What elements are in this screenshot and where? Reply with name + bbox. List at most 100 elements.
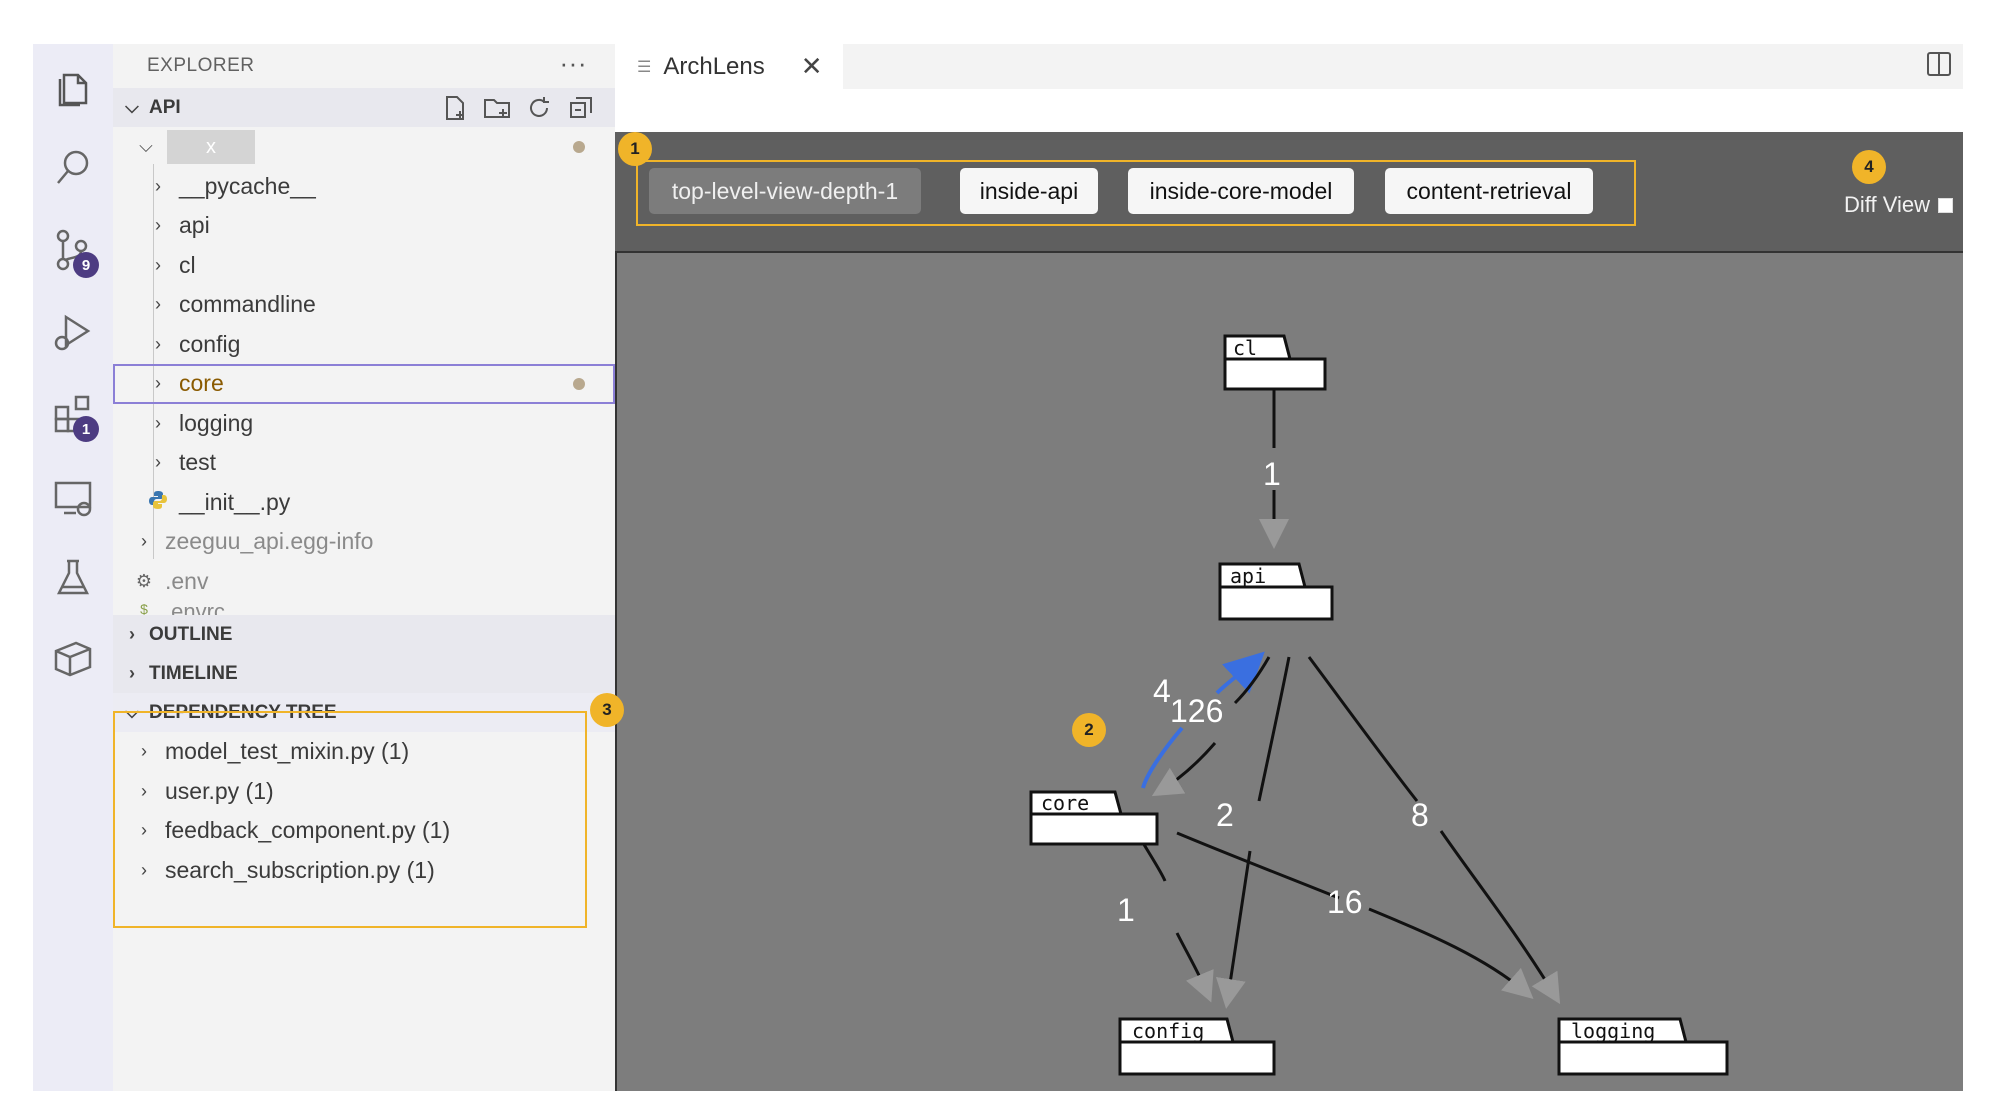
view-button-content-retrieval[interactable]: content-retrieval (1385, 168, 1593, 214)
outline-section-header[interactable]: › OUTLINE (113, 615, 615, 654)
gear-icon: ⚙ (135, 570, 153, 591)
tree-item-api[interactable]: › api (113, 206, 615, 246)
python-icon (147, 490, 169, 515)
edge-label: 1 (1263, 456, 1281, 492)
edge-label: 8 (1411, 797, 1429, 833)
chevron-right-icon: › (155, 452, 161, 473)
view-selector-panel: 1 top-level-view-depth-1 inside-api insi… (615, 132, 1963, 251)
timeline-label: TIMELINE (149, 662, 238, 684)
tree-item-label: __init__.py (179, 488, 291, 515)
api-section-label: API (149, 96, 181, 118)
tab-archlens[interactable]: ☰ ArchLens ✕ (615, 44, 843, 89)
callout-2: 2 (1072, 713, 1106, 747)
tree-item-commandline[interactable]: › commandline (113, 285, 615, 325)
new-folder-icon[interactable] (483, 94, 511, 122)
package-node-cl[interactable]: cl (1223, 334, 1327, 391)
file-icon: $ (140, 601, 148, 615)
tree-item-label: __pycache__ (179, 172, 316, 199)
tree-item-label: api (179, 212, 210, 239)
extensions-icon[interactable]: 1 (43, 384, 103, 444)
edge-api-config (1215, 850, 1252, 1009)
view-button-top-level[interactable]: top-level-view-depth-1 (649, 168, 921, 214)
tree-item-core[interactable]: › core (113, 364, 615, 404)
tree-item-label: .env (165, 567, 209, 594)
callout-3: 3 (590, 693, 624, 727)
tree-item-envrc[interactable]: $ .envrc (113, 601, 615, 615)
run-debug-icon[interactable] (43, 302, 103, 362)
outline-label: OUTLINE (149, 623, 233, 645)
chevron-right-icon: › (155, 294, 161, 315)
package-label: api (1230, 564, 1266, 588)
remote-explorer-icon[interactable] (43, 468, 103, 528)
modified-dot (573, 378, 585, 390)
callout-1: 1 (618, 132, 652, 166)
api-section-header[interactable]: ⌵ API (113, 88, 615, 127)
scm-badge: 9 (73, 252, 99, 278)
section-actions (441, 94, 595, 122)
explorer-title: EXPLORER (147, 55, 255, 76)
tree-item-cl[interactable]: › cl (113, 246, 615, 286)
edge-api-logging (1307, 656, 1419, 802)
explorer-sidebar: EXPLORER ··· ⌵ API ⌵ x › __pycache__ › a (113, 44, 624, 1091)
split-editor-icon[interactable] (1925, 50, 1953, 83)
archlens-icon[interactable] (43, 628, 103, 688)
testing-icon[interactable] (43, 548, 103, 608)
tree-item-label: .envrc (165, 601, 225, 615)
package-node-api[interactable]: api (1218, 562, 1334, 621)
view-button-inside-core-model[interactable]: inside-core-model (1128, 168, 1354, 214)
tab-title: ArchLens (663, 52, 765, 80)
files-icon[interactable] (43, 58, 103, 118)
chevron-right-icon: › (155, 175, 161, 196)
tree-item-label: logging (179, 409, 254, 436)
tree-item-env[interactable]: ⚙ .env (113, 562, 615, 602)
tree-item-label: commandline (179, 291, 316, 318)
package-node-logging[interactable]: logging (1557, 1017, 1729, 1076)
tree-item-pycache[interactable]: › __pycache__ (113, 167, 615, 207)
chevron-right-icon: › (141, 531, 147, 552)
edge-core-logging (1176, 831, 1340, 900)
tree-item-logging[interactable]: › logging (113, 404, 615, 444)
more-actions-icon[interactable]: ··· (560, 48, 587, 79)
edge-label: 16 (1327, 884, 1363, 920)
collapse-all-icon[interactable] (567, 94, 595, 122)
package-node-core[interactable]: core (1029, 790, 1159, 846)
close-icon[interactable]: ✕ (801, 51, 823, 82)
dependency-tree-highlight (113, 711, 587, 928)
root-folder-label: x (167, 129, 255, 164)
preview-icon: ☰ (637, 58, 652, 76)
edge-label-highlight: 4 (1153, 673, 1171, 709)
chevron-down-icon: ⌵ (125, 97, 139, 117)
tree-item-config[interactable]: › config (113, 325, 615, 365)
tree-item-label: cl (179, 251, 196, 278)
tree-item-label: test (179, 449, 217, 476)
tree-root-folder[interactable]: ⌵ x (113, 127, 615, 167)
search-icon[interactable] (43, 138, 103, 198)
view-button-inside-api[interactable]: inside-api (960, 168, 1098, 214)
chevron-right-icon: › (155, 215, 161, 236)
chevron-right-icon: › (155, 412, 161, 433)
extensions-badge: 1 (73, 416, 99, 442)
chevron-right-icon: › (155, 373, 161, 394)
source-control-icon[interactable]: 9 (43, 220, 103, 280)
edge-label: 1 (1117, 892, 1135, 928)
package-label: core (1041, 791, 1089, 815)
tree-item-egg-info[interactable]: › zeeguu_api.egg-info (113, 522, 615, 562)
callout-4: 4 (1852, 150, 1886, 184)
diff-view-checkbox[interactable] (1938, 197, 1953, 213)
package-label: config (1132, 1019, 1204, 1043)
package-node-config[interactable]: config (1118, 1017, 1276, 1076)
edge-core-api-highlight (1215, 651, 1265, 695)
activity-bar: 9 1 (33, 44, 113, 1091)
tree-item-label: config (179, 330, 241, 357)
chevron-right-icon: › (155, 254, 161, 275)
chevron-down-icon: ⌵ (139, 136, 153, 157)
diff-view-toggle[interactable]: Diff View (1844, 192, 1953, 218)
timeline-section-header[interactable]: › TIMELINE (113, 654, 615, 693)
new-file-icon[interactable] (441, 94, 469, 122)
refresh-icon[interactable] (525, 94, 553, 122)
tab-bar: ☰ ArchLens ✕ (615, 44, 1963, 89)
tree-item-init-py[interactable]: __init__.py (113, 483, 615, 523)
tree-item-test[interactable]: › test (113, 443, 615, 483)
edge-label: 2 (1216, 797, 1234, 833)
chevron-right-icon: › (129, 663, 135, 683)
